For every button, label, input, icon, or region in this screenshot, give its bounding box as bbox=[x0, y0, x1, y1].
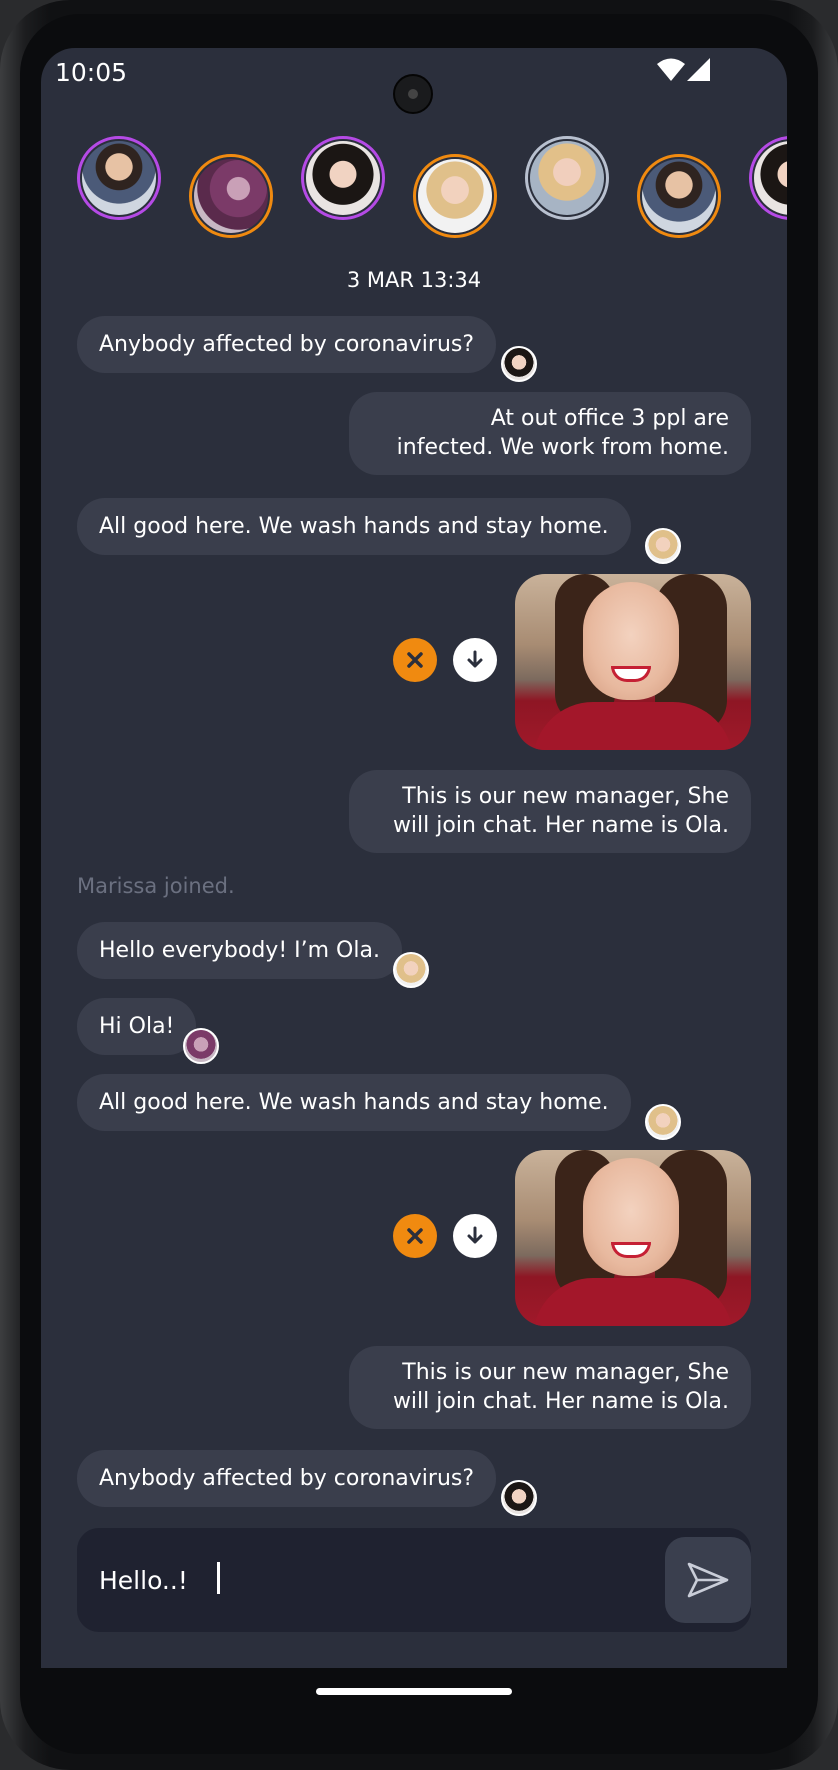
message-bubble-incoming[interactable]: All good here. We wash hands and stay ho… bbox=[77, 498, 631, 555]
cancel-upload-button[interactable] bbox=[393, 1214, 437, 1258]
story-avatar-7[interactable] bbox=[749, 136, 787, 220]
story-avatar-4[interactable] bbox=[413, 154, 497, 238]
signal-icon bbox=[687, 58, 710, 81]
message-input[interactable] bbox=[99, 1562, 639, 1598]
message-text-line: This is our new manager, She bbox=[402, 784, 729, 809]
story-avatar-5[interactable] bbox=[525, 136, 609, 220]
message-text: Hello everybody! I’m Ola. bbox=[99, 938, 380, 963]
message-bubble-incoming[interactable]: Hi Ola! bbox=[77, 998, 197, 1055]
message-bubble-outgoing[interactable]: This is our new manager, She will join c… bbox=[349, 770, 751, 853]
story-avatar-3[interactable] bbox=[301, 136, 385, 220]
message-bubble-outgoing[interactable]: This is our new manager, She will join c… bbox=[349, 1346, 751, 1429]
front-camera bbox=[393, 74, 433, 114]
download-arrow-icon bbox=[467, 1226, 483, 1244]
sender-avatar bbox=[501, 1480, 537, 1516]
message-bubble-outgoing[interactable]: At out office 3 ppl are infected. We wor… bbox=[349, 392, 751, 475]
sender-avatar bbox=[393, 952, 429, 988]
text-caret bbox=[217, 1562, 220, 1594]
story-avatar-2[interactable] bbox=[189, 154, 273, 238]
close-icon bbox=[407, 1228, 423, 1244]
story-avatar-1[interactable] bbox=[77, 136, 161, 220]
send-button[interactable] bbox=[665, 1537, 751, 1623]
image-attachment[interactable] bbox=[515, 1150, 751, 1326]
download-button[interactable] bbox=[453, 638, 497, 682]
close-icon bbox=[407, 652, 423, 668]
message-text: Anybody affected by coronavirus? bbox=[99, 332, 475, 357]
image-attachment[interactable] bbox=[515, 574, 751, 750]
message-text-line: will join chat. Her name is Ola. bbox=[392, 813, 729, 838]
chat-screen: 10:05 3 MAR 13:34 Anybody affected by co… bbox=[41, 48, 787, 1668]
message-composer bbox=[77, 1528, 751, 1632]
date-separator: 3 MAR 13:34 bbox=[346, 268, 482, 292]
message-text: All good here. We wash hands and stay ho… bbox=[99, 514, 609, 539]
sender-avatar bbox=[645, 1104, 681, 1140]
message-text: Anybody affected by coronavirus? bbox=[99, 1466, 475, 1491]
send-icon bbox=[687, 1562, 729, 1598]
message-text-line: At out office 3 ppl are bbox=[490, 406, 729, 431]
status-time: 10:05 bbox=[55, 58, 128, 87]
message-text-line: will join chat. Her name is Ola. bbox=[392, 1389, 729, 1414]
wifi-icon bbox=[657, 58, 685, 81]
message-text-line: infected. We work from home. bbox=[396, 435, 729, 460]
message-text: Hi Ola! bbox=[99, 1014, 175, 1039]
sender-avatar bbox=[645, 528, 681, 564]
message-bubble-incoming[interactable]: Anybody affected by coronavirus? bbox=[77, 316, 497, 373]
message-text-line: This is our new manager, She bbox=[402, 1360, 729, 1385]
download-button[interactable] bbox=[453, 1214, 497, 1258]
sender-avatar bbox=[183, 1028, 219, 1064]
download-arrow-icon bbox=[467, 650, 483, 668]
message-bubble-incoming[interactable]: Hello everybody! I’m Ola. bbox=[77, 922, 402, 979]
home-indicator[interactable] bbox=[316, 1688, 512, 1695]
story-avatar-6[interactable] bbox=[637, 154, 721, 238]
message-bubble-incoming[interactable]: Anybody affected by coronavirus? bbox=[77, 1450, 497, 1507]
message-bubble-incoming[interactable]: All good here. We wash hands and stay ho… bbox=[77, 1074, 631, 1131]
cancel-upload-button[interactable] bbox=[393, 638, 437, 682]
system-message: Marissa joined. bbox=[77, 874, 235, 898]
message-text: All good here. We wash hands and stay ho… bbox=[99, 1090, 609, 1115]
sender-avatar bbox=[501, 346, 537, 382]
